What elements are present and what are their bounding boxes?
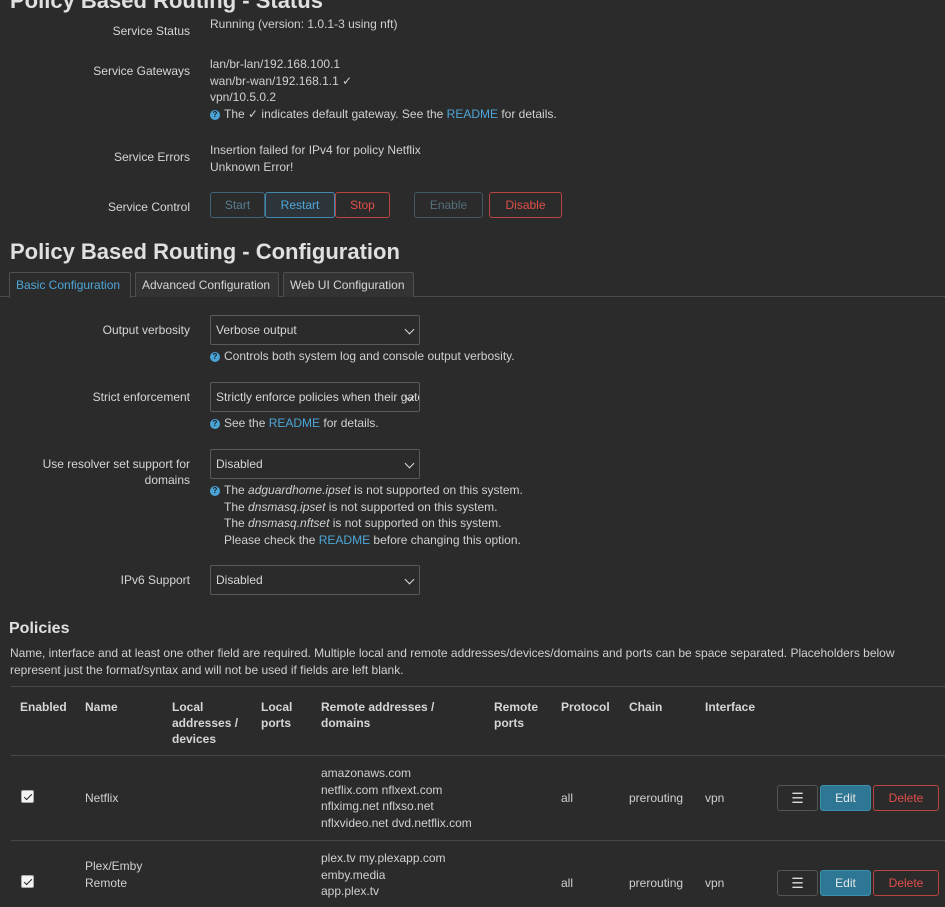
policy-name: Netflix: [85, 791, 119, 805]
stop-button[interactable]: Stop: [335, 192, 390, 218]
col-enabled: Enabled: [20, 700, 67, 714]
gateways-note: ? The ✓ indicates default gateway. See th…: [210, 106, 557, 123]
errors-list: Insertion failed for IPv4 for policy Net…: [210, 142, 421, 175]
verbosity-label: Output verbosity: [102, 323, 190, 337]
row-divider: [11, 840, 945, 841]
gateway-wan: wan/br-wan/192.168.1.1 ✓: [210, 73, 353, 88]
edit-button[interactable]: Edit: [820, 785, 871, 811]
status-title: Policy Based Routing - Status: [10, 0, 323, 13]
error-line: Insertion failed for IPv4 for policy Net…: [210, 143, 421, 157]
gateways-list: lan/br-lan/192.168.100.1 wan/br-wan/192.…: [210, 56, 557, 122]
policy-chain: prerouting: [629, 791, 684, 805]
enable-button[interactable]: Enable: [414, 192, 483, 218]
control-label: Service Control: [107, 200, 190, 214]
policy-chain: prerouting: [629, 876, 684, 890]
chevron-down-icon: [404, 324, 415, 335]
help-icon: ?: [210, 352, 220, 362]
policy-interface: vpn: [705, 876, 725, 890]
strict-label: Strict enforcement: [92, 390, 190, 404]
resolver-help: ? The adguardhome.ipset is not supported …: [210, 482, 523, 548]
row-divider: [11, 755, 945, 756]
readme-link[interactable]: README: [447, 107, 498, 121]
help-icon: ?: [210, 486, 220, 496]
gateways-label: Service Gateways: [93, 64, 190, 78]
tab-web-ui-configuration[interactable]: Web UI Configuration: [283, 272, 414, 297]
help-icon: ?: [210, 419, 220, 429]
gateway-vpn: vpn/10.5.0.2: [210, 90, 277, 104]
error-line: Unknown Error!: [210, 159, 294, 174]
col-remote-addresses: Remote addresses / domains: [321, 700, 435, 730]
tab-advanced-configuration[interactable]: Advanced Configuration: [135, 272, 279, 297]
enabled-checkbox[interactable]: [21, 875, 34, 888]
gateway-lan: lan/br-lan/192.168.100.1: [210, 57, 341, 71]
policies-table: Enabled Name Local addresses / devices L…: [11, 686, 945, 907]
policy-remote: plex.tv my.plexapp.com emby.media app.pl…: [321, 851, 446, 898]
edit-button[interactable]: Edit: [820, 870, 871, 896]
errors-label: Service Errors: [113, 150, 190, 164]
row-menu-button[interactable]: ☰: [777, 785, 818, 811]
chevron-down-icon: [404, 574, 415, 585]
start-button[interactable]: Start: [210, 192, 265, 218]
config-title: Policy Based Routing - Configuration: [10, 239, 400, 264]
service-status-value: Running (version: 1.0.1-3 using nft): [210, 17, 398, 31]
verbosity-help: ? Controls both system log and console ou…: [210, 348, 515, 365]
delete-button[interactable]: Delete: [873, 870, 939, 896]
help-icon: ?: [210, 109, 220, 120]
col-interface: Interface: [705, 700, 756, 714]
col-chain: Chain: [629, 700, 663, 714]
readme-link[interactable]: README: [319, 533, 370, 547]
policy-protocol: all: [561, 791, 574, 805]
col-local-addresses: Local addresses / devices: [172, 700, 239, 746]
policy-interface: vpn: [705, 791, 725, 805]
disable-button[interactable]: Disable: [489, 192, 562, 218]
col-name: Name: [85, 700, 118, 714]
delete-button[interactable]: Delete: [873, 785, 939, 811]
policies-description: Name, interface and at least one other f…: [10, 646, 895, 677]
row-menu-button[interactable]: ☰: [777, 870, 818, 896]
policy-name: Plex/Emby Remote: [85, 859, 143, 890]
policy-remote: amazonaws.com netflix.com nflxext.com nf…: [321, 766, 472, 830]
tab-basic-configuration[interactable]: Basic Configuration: [9, 272, 131, 298]
ipv6-select[interactable]: Disabled: [210, 565, 420, 595]
col-local-ports: Local ports: [261, 700, 293, 730]
policies-title: Policies: [9, 620, 70, 637]
chevron-down-icon: [404, 458, 415, 469]
enabled-checkbox[interactable]: [21, 790, 34, 803]
policy-protocol: all: [561, 876, 574, 890]
strict-help: ? See the README for details.: [210, 415, 379, 432]
resolver-select[interactable]: Disabled: [210, 449, 420, 479]
strict-select[interactable]: Strictly enforce policies when their gat…: [210, 382, 420, 412]
verbosity-select[interactable]: Verbose output: [210, 315, 420, 345]
resolver-label: Use resolver set support for domains: [42, 457, 190, 487]
readme-link[interactable]: README: [269, 416, 320, 430]
service-status-label: Service Status: [112, 24, 190, 38]
restart-button[interactable]: Restart: [265, 192, 335, 218]
ipv6-label: IPv6 Support: [120, 573, 190, 587]
col-remote-ports: Remote ports: [494, 700, 539, 730]
col-protocol: Protocol: [561, 700, 610, 714]
